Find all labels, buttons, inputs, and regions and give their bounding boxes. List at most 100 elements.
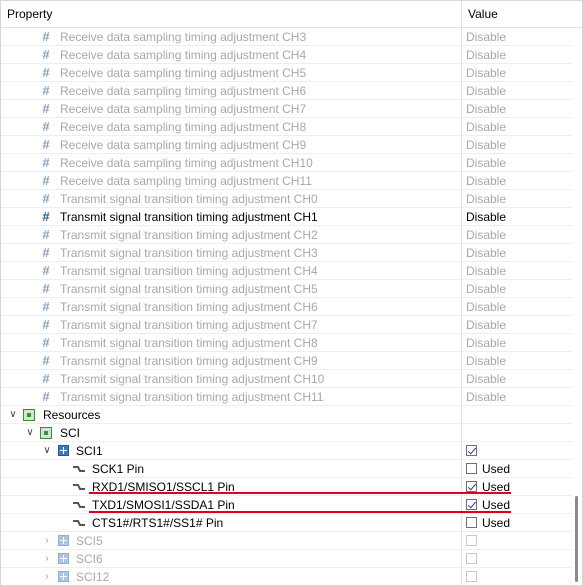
chevron-right-icon[interactable]: › — [42, 572, 52, 582]
tree-label: SCI6 — [76, 552, 103, 566]
property-rows: # Receive data sampling timing adjustment… — [1, 28, 582, 585]
property-value[interactable]: Disable — [462, 64, 572, 82]
property-row[interactable]: # Transmit signal transition timing adjus… — [1, 316, 582, 334]
tree-node-sci12[interactable]: › SCI12 — [1, 568, 582, 585]
property-row[interactable]: # Transmit signal transition timing adjus… — [1, 298, 582, 316]
property-value[interactable]: Disable — [462, 190, 572, 208]
property-row[interactable]: # Transmit signal transition timing adjus… — [1, 370, 582, 388]
hash-icon: # — [42, 245, 50, 260]
pin-checkbox[interactable] — [466, 517, 477, 528]
tree-node-resources[interactable]: ∨ Resources — [1, 406, 582, 424]
property-row[interactable]: # Transmit signal transition timing adjus… — [1, 352, 582, 370]
hash-icon: # — [42, 101, 50, 116]
chevron-right-icon[interactable]: › — [42, 536, 52, 546]
hash-icon: # — [42, 119, 50, 134]
property-value[interactable]: Disable — [462, 370, 572, 388]
property-label: Transmit signal transition timing adjust… — [60, 210, 318, 224]
property-label: Receive data sampling timing adjustment … — [60, 120, 307, 134]
property-value[interactable]: Disable — [462, 316, 572, 334]
scrollbar-thumb[interactable] — [575, 496, 578, 582]
property-row[interactable]: # Transmit signal transition timing adjus… — [1, 190, 582, 208]
sci1-checkbox[interactable] — [466, 445, 477, 456]
property-value[interactable]: Disable — [462, 208, 572, 226]
empty-value — [462, 424, 572, 442]
chevron-down-icon[interactable]: ∨ — [8, 410, 18, 420]
chevron-right-icon[interactable]: › — [42, 554, 52, 564]
highlight-underline-txd1 — [89, 511, 511, 513]
sci12-checkbox[interactable] — [466, 571, 477, 582]
pin-row-cts1[interactable]: CTS1#/RTS1#/SS1# Pin Used — [1, 514, 582, 532]
sci6-checkbox[interactable] — [466, 553, 477, 564]
property-row[interactable]: # Transmit signal transition timing adjus… — [1, 388, 582, 406]
property-label: Receive data sampling timing adjustment … — [60, 138, 307, 152]
pin-label: SCK1 Pin — [92, 462, 145, 476]
property-row[interactable]: # Transmit signal transition timing adjus… — [1, 262, 582, 280]
property-row[interactable]: # Receive data sampling timing adjustment… — [1, 28, 582, 46]
hash-icon: # — [42, 209, 50, 224]
hash-icon: # — [42, 173, 50, 188]
property-label: Transmit signal transition timing adjust… — [60, 192, 318, 206]
property-row-active[interactable]: # Transmit signal transition timing adjus… — [1, 208, 582, 226]
hash-icon: # — [42, 137, 50, 152]
pin-value: Used — [462, 514, 572, 532]
property-value[interactable]: Disable — [462, 172, 572, 190]
chevron-down-icon[interactable]: ∨ — [25, 428, 35, 438]
value-column-header[interactable]: Value — [462, 1, 582, 27]
property-row[interactable]: # Receive data sampling timing adjustment… — [1, 154, 582, 172]
pin-row-sck1[interactable]: SCK1 Pin Used — [1, 460, 582, 478]
property-row[interactable]: # Receive data sampling timing adjustment… — [1, 46, 582, 64]
property-value[interactable]: Disable — [462, 154, 572, 172]
property-row[interactable]: # Transmit signal transition timing adjus… — [1, 334, 582, 352]
hash-icon: # — [42, 317, 50, 332]
hash-icon: # — [42, 389, 50, 404]
property-row[interactable]: # Receive data sampling timing adjustment… — [1, 82, 582, 100]
sci5-checkbox[interactable] — [466, 535, 477, 546]
property-label: Receive data sampling timing adjustment … — [60, 30, 307, 44]
property-row[interactable]: # Receive data sampling timing adjustment… — [1, 64, 582, 82]
property-value[interactable]: Disable — [462, 334, 572, 352]
tree-label: SCI12 — [76, 570, 110, 584]
property-value[interactable]: Disable — [462, 244, 572, 262]
property-row[interactable]: # Transmit signal transition timing adjus… — [1, 244, 582, 262]
property-value[interactable]: Disable — [462, 100, 572, 118]
property-value[interactable]: Disable — [462, 82, 572, 100]
hash-icon: # — [42, 83, 50, 98]
property-value[interactable]: Disable — [462, 46, 572, 64]
property-row[interactable]: # Receive data sampling timing adjustment… — [1, 172, 582, 190]
pin-icon — [73, 520, 85, 526]
tree-label: SCI — [60, 426, 81, 440]
properties-header: Property Value — [1, 1, 582, 28]
property-value[interactable]: Disable — [462, 118, 572, 136]
property-value[interactable]: Disable — [462, 28, 572, 46]
tree-node-sci6[interactable]: › SCI6 — [1, 550, 582, 568]
pin-checkbox[interactable] — [466, 463, 477, 474]
property-value[interactable]: Disable — [462, 298, 572, 316]
property-value[interactable]: Disable — [462, 226, 572, 244]
property-label: Receive data sampling timing adjustment … — [60, 84, 307, 98]
pin-label: CTS1#/RTS1#/SS1# Pin — [92, 516, 224, 530]
property-value[interactable]: Disable — [462, 136, 572, 154]
property-label: Receive data sampling timing adjustment … — [60, 48, 307, 62]
tree-node-sci[interactable]: ∨ SCI — [1, 424, 582, 442]
property-row[interactable]: # Receive data sampling timing adjustment… — [1, 136, 582, 154]
property-row[interactable]: # Receive data sampling timing adjustment… — [1, 118, 582, 136]
property-label: Transmit signal transition timing adjust… — [60, 318, 318, 332]
property-value[interactable]: Disable — [462, 352, 572, 370]
property-row[interactable]: # Transmit signal transition timing adjus… — [1, 280, 582, 298]
property-row[interactable]: # Receive data sampling timing adjustment… — [1, 100, 582, 118]
property-label: Transmit signal transition timing adjust… — [60, 336, 318, 350]
chevron-down-icon[interactable]: ∨ — [42, 446, 52, 456]
property-value[interactable]: Disable — [462, 262, 572, 280]
property-column-header[interactable]: Property — [1, 1, 462, 27]
pin-checkbox[interactable] — [466, 499, 477, 510]
property-row[interactable]: # Transmit signal transition timing adjus… — [1, 226, 582, 244]
pin-icon — [73, 502, 85, 508]
hash-icon: # — [42, 155, 50, 170]
tree-node-sci5[interactable]: › SCI5 — [1, 532, 582, 550]
pin-checkbox[interactable] — [466, 481, 477, 492]
tree-node-sci1[interactable]: ∨ SCI1 — [1, 442, 582, 460]
property-value[interactable]: Disable — [462, 280, 572, 298]
property-value[interactable]: Disable — [462, 388, 572, 406]
vertical-scrollbar[interactable] — [572, 28, 582, 585]
hash-icon: # — [42, 371, 50, 386]
